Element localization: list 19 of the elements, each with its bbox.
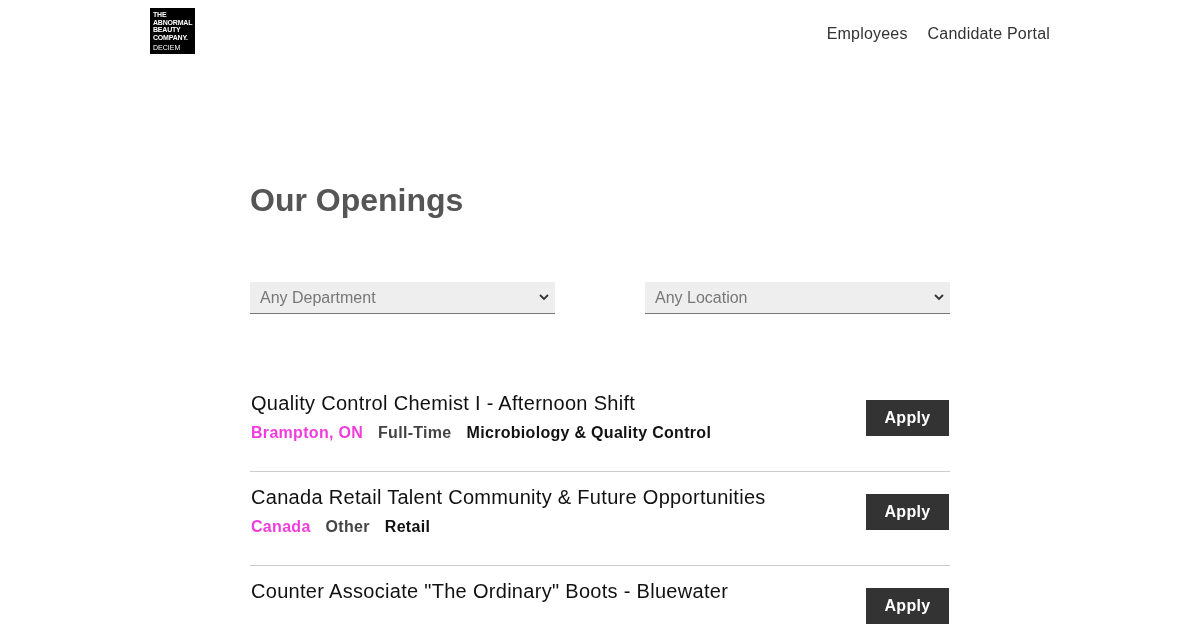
apply-button[interactable]: Apply xyxy=(866,494,949,530)
apply-button[interactable]: Apply xyxy=(866,400,949,436)
job-title[interactable]: Canada Retail Talent Community & Future Opportunities xyxy=(251,486,766,509)
dropdown[interactable]: Any Department xyxy=(250,282,555,314)
job-title[interactable]: Counter Associate "The Ordinary" Boots - Bluewater xyxy=(251,580,729,603)
job-location: Brampton, ON xyxy=(251,424,364,442)
job-title[interactable]: Quality Control Chemist I - Afternoon Shift xyxy=(251,392,712,415)
job-location: Canada xyxy=(251,518,311,536)
dropdown[interactable]: Any Location xyxy=(645,282,950,314)
apply-button[interactable]: Apply xyxy=(866,588,949,624)
page-heading: Our Openings xyxy=(250,181,465,220)
job-type: Other xyxy=(325,518,370,536)
job-type: Full-Time xyxy=(378,424,452,442)
job-department: Retail xyxy=(384,518,431,536)
chevron-down-icon xyxy=(934,294,944,301)
job-department: Microbiology & Quality Control xyxy=(466,424,712,442)
nav-link[interactable]: Employees xyxy=(826,25,908,43)
nav-link[interactable]: Candidate Portal xyxy=(927,25,1050,43)
chevron-down-icon xyxy=(539,294,549,301)
